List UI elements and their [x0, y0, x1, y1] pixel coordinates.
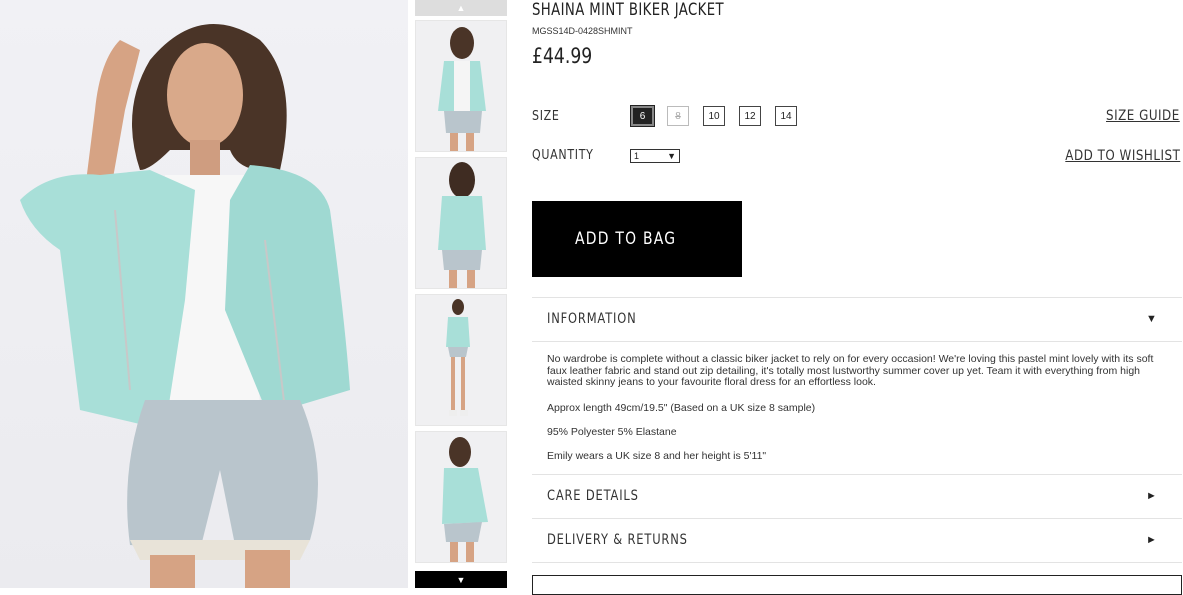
size-option-14[interactable]: 14 [775, 106, 797, 126]
collapse-triangle-icon[interactable]: ▼ [1146, 313, 1157, 325]
information-heading[interactable]: INFORMATION [547, 311, 637, 327]
divider [532, 562, 1182, 563]
quantity-select[interactable]: 1 ▼ [630, 149, 680, 163]
product-title: SHAINA MINT BIKER JACKET [532, 0, 724, 20]
divider [532, 341, 1182, 342]
thumbnail-1[interactable] [415, 20, 507, 152]
thumbnail-3[interactable] [415, 294, 507, 426]
divider [532, 474, 1182, 475]
arrow-down-icon: ▼ [456, 574, 466, 585]
arrow-up-icon: ▲ [456, 3, 466, 13]
thumbnail-full-illustration [446, 299, 470, 416]
care-details-heading[interactable]: CARE DETAILS [547, 488, 639, 504]
delivery-returns-heading[interactable]: DELIVERY & RETURNS [547, 532, 688, 548]
information-description: No wardrobe is complete without a classi… [547, 353, 1154, 388]
quantity-label: QUANTITY [532, 148, 594, 163]
thumbnail-2[interactable] [415, 157, 507, 289]
product-sku: MGSS14D-0428SHMINT [532, 26, 633, 36]
size-option-12[interactable]: 12 [739, 106, 761, 126]
dropdown-arrow-icon: ▼ [667, 151, 676, 161]
thumbnail-scroll-up-button[interactable]: ▲ [415, 0, 507, 16]
expand-triangle-icon[interactable]: ► [1146, 490, 1157, 502]
add-to-bag-label: ADD TO BAG [575, 229, 677, 249]
add-to-wishlist-link[interactable]: ADD TO WISHLIST [1065, 148, 1180, 164]
thumbnail-4[interactable] [415, 431, 507, 563]
size-option-10[interactable]: 10 [703, 106, 725, 126]
quantity-value: 1 [634, 151, 640, 161]
thumbnail-back-illustration [438, 162, 486, 288]
information-length: Approx length 49cm/19.5" (Based on a UK … [547, 402, 816, 414]
next-section-box [532, 575, 1182, 595]
add-to-bag-button[interactable]: ADD TO BAG [532, 201, 742, 277]
information-model-size: Emily wears a UK size 8 and her height i… [547, 450, 767, 462]
main-product-image[interactable] [0, 0, 408, 588]
divider [532, 518, 1182, 519]
divider [532, 297, 1182, 298]
thumbnail-side-illustration [442, 437, 488, 562]
thumbnail-column: ▲ ▼ [415, 0, 507, 588]
product-price: £44.99 [532, 44, 593, 68]
size-guide-link[interactable]: SIZE GUIDE [1106, 108, 1180, 124]
size-label: SIZE [532, 109, 560, 124]
thumbnail-front-illustration [438, 27, 486, 151]
information-composition: 95% Polyester 5% Elastane [547, 426, 677, 438]
size-option-8[interactable]: 8 [667, 106, 689, 126]
model-photo-illustration [20, 24, 350, 588]
expand-triangle-icon[interactable]: ► [1146, 534, 1157, 546]
size-option-6[interactable]: 6 [630, 105, 655, 127]
thumbnail-scroll-down-button[interactable]: ▼ [415, 571, 507, 588]
